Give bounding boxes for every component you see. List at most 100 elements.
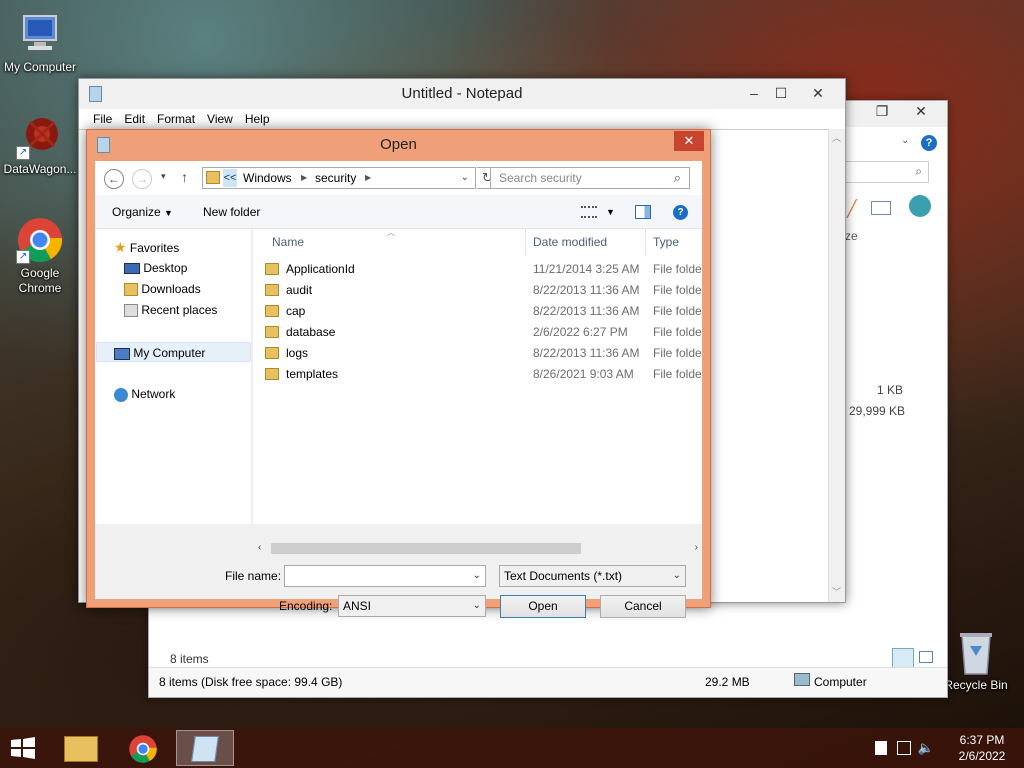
help-icon[interactable]: ?	[673, 205, 688, 220]
help-icon[interactable]: ?	[921, 135, 937, 151]
file-type-select[interactable]: Text Documents (*.txt) ⌄	[499, 565, 686, 587]
taskbar-notepad[interactable]	[176, 730, 234, 766]
scroll-right-icon[interactable]: ›	[695, 542, 698, 553]
taskbar-chrome[interactable]	[114, 730, 172, 766]
search-input[interactable]: Search security ⌕	[490, 167, 690, 189]
column-header-size[interactable]: ze	[845, 229, 858, 243]
up-button[interactable]: ↑	[181, 169, 188, 185]
properties-icon[interactable]	[871, 201, 891, 215]
address-row: ← → ▾ ↑ << Windows ▶ security ▶ ⌄ ↻ Sear…	[95, 161, 702, 195]
cancel-button[interactable]: Cancel	[600, 595, 686, 618]
organize-button[interactable]: Organize ▼	[112, 195, 173, 230]
notepad-titlebar[interactable]: Untitled - Notepad – ☐ ✕	[79, 79, 845, 109]
taskbar-file-explorer[interactable]	[52, 730, 110, 766]
menu-view[interactable]: View	[201, 109, 239, 129]
vertical-scrollbar[interactable]: ︿ ﹀	[828, 129, 845, 602]
column-divider[interactable]	[525, 229, 526, 255]
nav-favorites[interactable]: ★ Favorites	[114, 237, 179, 257]
start-button[interactable]	[8, 736, 38, 760]
command-bar: Organize ▼ New folder ▼ ?	[95, 195, 702, 229]
shortcut-arrow-icon: ↗	[16, 250, 30, 264]
dialog-titlebar[interactable]: Open ✕	[87, 130, 710, 160]
view-options-icon[interactable]	[581, 206, 597, 218]
search-placeholder: Search security	[499, 171, 582, 185]
breadcrumb-security[interactable]: security	[315, 168, 356, 188]
column-header-date[interactable]: Date modified	[533, 229, 607, 255]
menu-file[interactable]: File	[87, 109, 118, 129]
encoding-select[interactable]: ANSI ⌄	[338, 595, 486, 617]
menu-format[interactable]: Format	[151, 109, 201, 129]
clock[interactable]: 6:37 PM 2/6/2022	[950, 732, 1014, 764]
column-header-type[interactable]: Type	[653, 229, 679, 255]
table-row[interactable]: audit 8/22/2013 11:36 AM File folder	[253, 280, 702, 301]
recent-locations-icon[interactable]: ▾	[161, 171, 166, 182]
back-button[interactable]: ←	[104, 169, 124, 189]
breadcrumb-windows[interactable]: Windows	[243, 168, 292, 188]
chevron-down-icon[interactable]: ⌄	[473, 566, 481, 586]
desktop-icon-google-chrome[interactable]: ↗ Google Chrome	[0, 216, 80, 296]
file-size: 1 KB	[877, 383, 904, 397]
nav-downloads[interactable]: Downloads	[124, 279, 201, 299]
desktop-icon-datawagon[interactable]: ↗ DataWagon...	[0, 112, 80, 177]
details-view-icon[interactable]	[892, 648, 914, 668]
chevron-down-icon: ⌄	[472, 600, 481, 611]
file-type: File folder	[653, 304, 702, 318]
close-button[interactable]: ✕	[797, 83, 839, 103]
column-divider[interactable]	[645, 229, 646, 255]
file-name-label: File name:	[225, 569, 282, 583]
table-row[interactable]: logs 8/22/2013 11:36 AM File folder	[253, 343, 702, 364]
address-bar[interactable]: << Windows ▶ security ▶ ⌄	[202, 167, 476, 189]
chevron-right-icon[interactable]: ▶	[365, 168, 371, 188]
file-date: 8/22/2013 11:36 AM	[533, 346, 640, 360]
nav-network[interactable]: Network	[114, 384, 175, 404]
horizontal-scrollbar[interactable]: ‹ ›	[95, 540, 702, 557]
file-name-input[interactable]: ⌄	[284, 565, 486, 587]
items-count: 8 items	[170, 652, 209, 666]
scroll-left-icon[interactable]: ‹	[258, 542, 261, 553]
breadcrumb-overflow[interactable]: <<	[223, 169, 237, 187]
open-button[interactable]: Open	[500, 595, 586, 618]
table-row[interactable]: templates 8/26/2021 9:03 AM File folder	[253, 364, 702, 385]
desktop-icon-my-computer[interactable]: My Computer	[0, 10, 80, 75]
chevron-down-icon[interactable]: ⌄	[901, 135, 909, 146]
menu-edit[interactable]: Edit	[118, 109, 151, 129]
chevron-right-icon[interactable]: ▶	[301, 168, 307, 188]
desktop-icon-recycle-bin[interactable]: Recycle Bin	[936, 630, 1016, 693]
scroll-up-icon[interactable]: ︿	[832, 131, 841, 144]
network-status-icon[interactable]	[897, 741, 911, 755]
scroll-down-icon[interactable]: ﹀	[832, 585, 841, 598]
column-header-name[interactable]: Name	[272, 229, 304, 255]
file-date: 11/21/2014 3:25 AM	[533, 262, 640, 276]
ribbon-icon[interactable]: ╱	[847, 199, 857, 219]
forward-button[interactable]: →	[132, 169, 152, 189]
nav-recent-places[interactable]: Recent places	[124, 300, 217, 320]
new-folder-button[interactable]: New folder	[203, 195, 260, 229]
close-button[interactable]: ✕	[901, 101, 941, 121]
desktop-icon	[124, 263, 140, 275]
nav-desktop[interactable]: Desktop	[124, 258, 187, 278]
minimize-button[interactable]: –	[747, 83, 761, 103]
table-row[interactable]: database 2/6/2022 6:27 PM File folder	[253, 322, 702, 343]
open-dialog[interactable]: Open ✕ ← → ▾ ↑ << Windows ▶ security ▶ ⌄…	[86, 129, 711, 618]
maximize-button[interactable]: ☐	[774, 83, 788, 103]
computer-icon	[16, 10, 64, 58]
large-icons-view-icon[interactable]	[919, 651, 933, 663]
preview-pane-icon[interactable]	[635, 205, 651, 219]
table-row[interactable]: ApplicationId 11/21/2014 3:25 AM File fold…	[253, 259, 702, 280]
nav-my-computer[interactable]: My Computer	[96, 342, 251, 362]
action-center-flag-icon[interactable]	[875, 741, 887, 755]
chevron-down-icon[interactable]: ▼	[606, 195, 615, 229]
close-button[interactable]: ✕	[674, 131, 704, 151]
file-size: 29,999 KB	[849, 404, 906, 418]
shell-icon[interactable]	[909, 195, 931, 217]
chevron-down-icon[interactable]: ⌄	[461, 168, 469, 188]
menu-help[interactable]: Help	[239, 109, 276, 129]
restore-button[interactable]: ❐	[874, 101, 890, 121]
table-row[interactable]: cap 8/22/2013 11:36 AM File folder	[253, 301, 702, 322]
desktop-icon-label: My Computer	[3, 60, 77, 74]
chrome-icon	[129, 735, 157, 763]
volume-muted-icon[interactable]: 🔈	[918, 740, 934, 756]
scrollbar-thumb[interactable]	[271, 543, 581, 554]
file-date: 8/26/2021 9:03 AM	[533, 367, 634, 381]
desktop-icon-label: Recycle Bin	[944, 678, 1008, 692]
